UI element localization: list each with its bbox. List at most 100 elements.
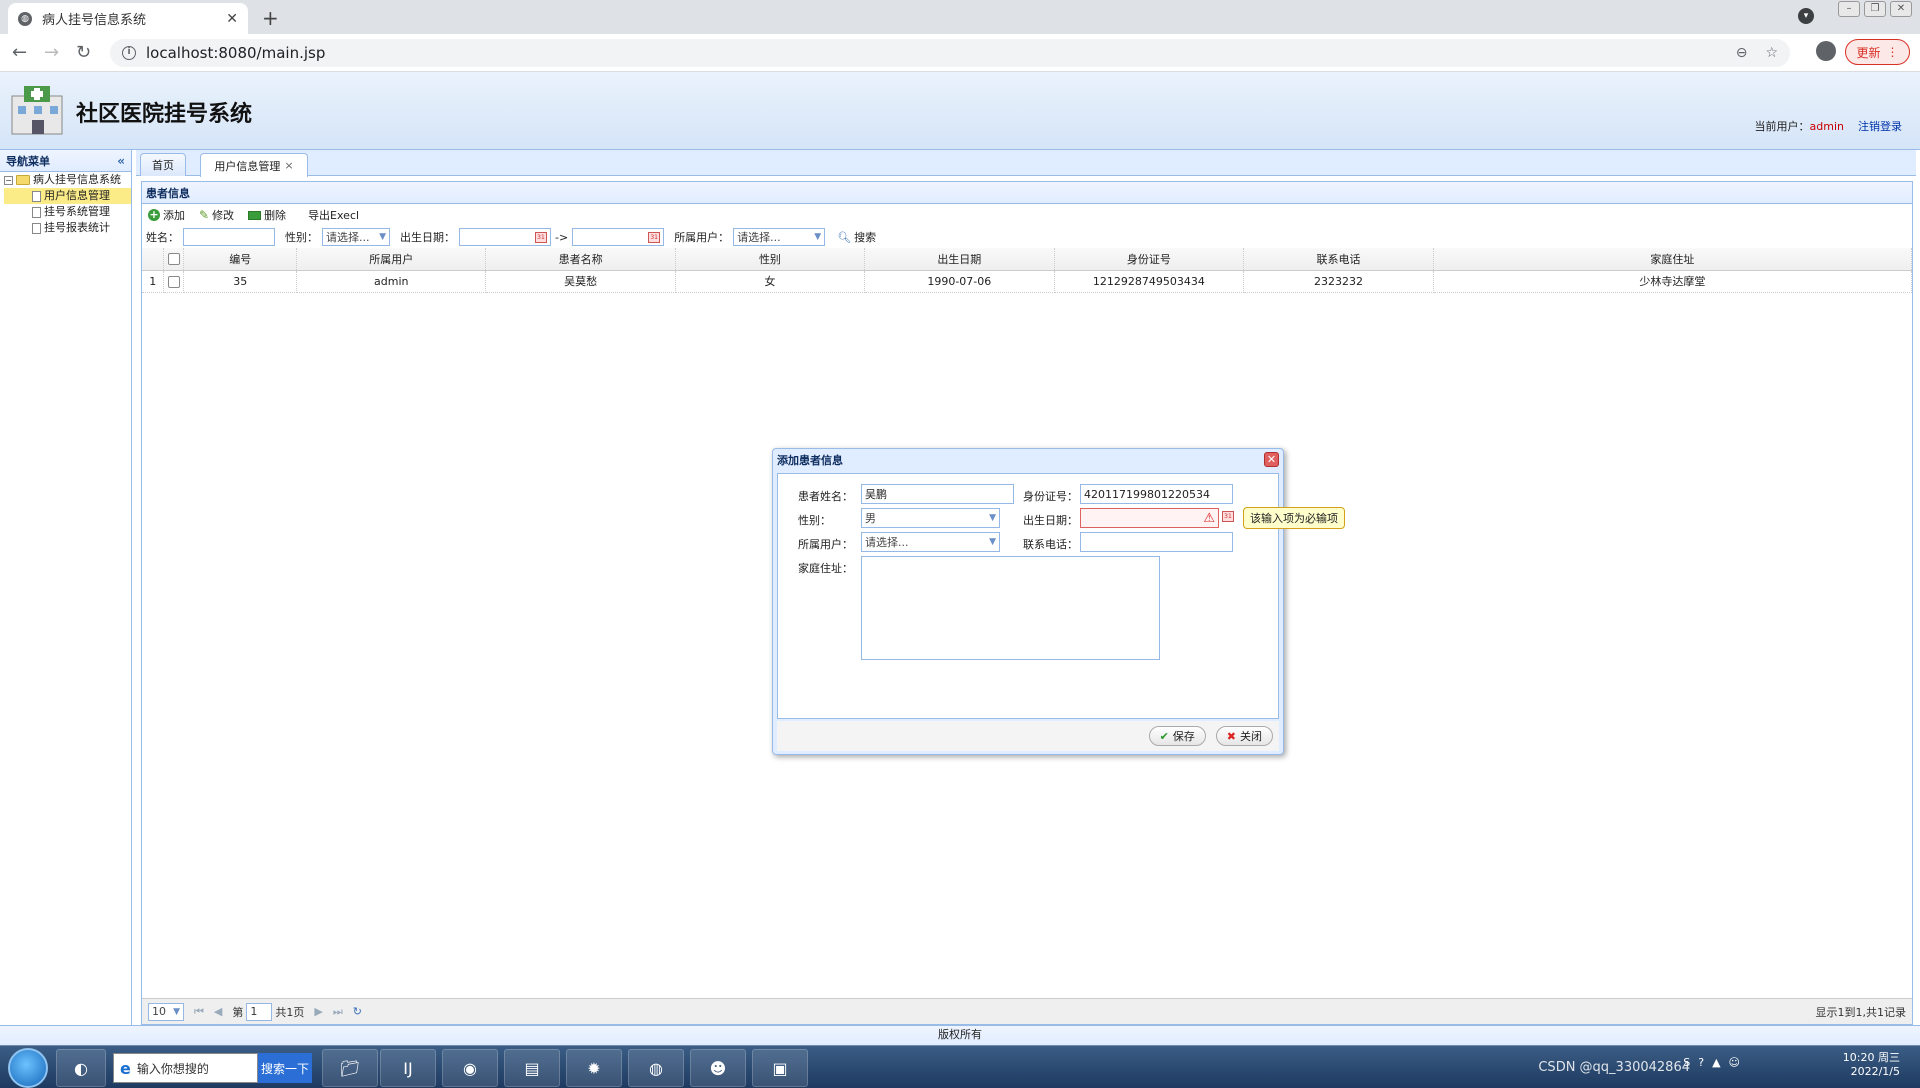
name-filter-input[interactable]: [183, 228, 275, 246]
chrome-icon[interactable]: ◉: [442, 1049, 498, 1087]
zoom-icon[interactable]: ⊖: [1736, 45, 1748, 61]
info-icon[interactable]: i: [122, 46, 136, 60]
profile-avatar[interactable]: [1816, 41, 1836, 61]
search-button[interactable]: 🔍︎ 搜索: [837, 229, 876, 245]
gender-filter-select[interactable]: 请选择... ▼: [322, 228, 390, 246]
table-row[interactable]: 1 35 admin 吴莫愁 女 1990-07-06 121292874950…: [142, 270, 1913, 293]
chevron-down-icon: ▼: [989, 513, 996, 523]
col-header[interactable]: 患者名称: [485, 248, 676, 271]
reload-icon[interactable]: ↻: [76, 42, 91, 63]
select-all-checkbox[interactable]: [167, 253, 180, 266]
prev-page-icon[interactable]: ◀: [214, 1005, 222, 1018]
bookmark-star-icon[interactable]: ☆: [1765, 45, 1778, 61]
intellij-icon[interactable]: IJ: [380, 1049, 436, 1087]
address-bar[interactable]: i localhost:8080/main.jsp ⊖ ☆: [110, 39, 1790, 67]
nav-item-user-info[interactable]: 用户信息管理: [4, 188, 131, 204]
calendar-icon[interactable]: 31: [535, 231, 547, 243]
url-text: localhost:8080/main.jsp: [146, 44, 326, 62]
qq-icon[interactable]: ☺: [1729, 1056, 1740, 1069]
tab-home[interactable]: 首页: [140, 153, 186, 176]
idcard-input[interactable]: 420117199801220534: [1080, 484, 1233, 504]
tray-expand-icon[interactable]: ▲: [1712, 1056, 1720, 1069]
col-header[interactable]: 编号: [183, 248, 298, 271]
dialog-title: 添加患者信息: [777, 454, 843, 467]
col-header[interactable]: 出生日期: [864, 248, 1055, 271]
help-icon[interactable]: ?: [1698, 1056, 1704, 1069]
nav-item-reports[interactable]: 挂号报表统计: [4, 220, 131, 236]
firefox-icon[interactable]: ◍: [628, 1049, 684, 1087]
update-button[interactable]: 更新 ⋮: [1845, 39, 1910, 65]
page-size-select[interactable]: 10 ▼: [148, 1002, 184, 1021]
collapse-icon[interactable]: «: [117, 154, 125, 168]
birth-from-input[interactable]: 31: [459, 228, 551, 246]
menu-dots-icon: ⋮: [1886, 45, 1899, 59]
address-textarea[interactable]: [861, 556, 1160, 660]
nav-item-label: 用户信息管理: [44, 189, 110, 202]
collapse-node-icon[interactable]: −: [4, 175, 13, 185]
edit-button[interactable]: ✎ 修改: [199, 207, 234, 223]
save-button[interactable]: ✔ 保存: [1148, 726, 1206, 746]
file-icon: [32, 206, 41, 218]
restore-button[interactable]: ❐: [1864, 1, 1886, 17]
first-page-icon[interactable]: ⏮: [194, 1005, 204, 1019]
folder-icon[interactable]: 📁︎: [322, 1049, 378, 1087]
file-icon: [32, 190, 41, 202]
add-button[interactable]: + 添加: [148, 207, 185, 223]
dialog-close-icon[interactable]: ✕: [1264, 452, 1279, 467]
col-header[interactable]: 家庭住址: [1433, 248, 1913, 271]
export-button[interactable]: 导出Execl: [308, 207, 359, 223]
delete-button[interactable]: 删除: [248, 207, 286, 223]
settings-app-icon[interactable]: ✹: [566, 1049, 622, 1087]
explorer-icon[interactable]: ▤: [504, 1049, 560, 1087]
taskbar-search-input[interactable]: e 输入你想搜的: [113, 1053, 258, 1083]
calendar-icon[interactable]: 31: [1222, 511, 1234, 522]
user-filter-select[interactable]: 请选择... ▼: [733, 228, 826, 246]
clock[interactable]: 10:20 周三 2022/1/5: [1843, 1051, 1900, 1079]
next-page-icon[interactable]: ▶: [314, 1005, 322, 1018]
col-header[interactable]: 身份证号: [1054, 248, 1245, 271]
close-tab-icon[interactable]: ✕: [226, 11, 238, 27]
col-header[interactable]: 所属用户: [296, 248, 487, 271]
system-tray: S ? ▲ ☺: [1683, 1056, 1740, 1069]
forward-arrow-icon[interactable]: →: [44, 42, 59, 63]
row-checkbox[interactable]: [167, 275, 180, 288]
back-arrow-icon[interactable]: ←: [12, 42, 27, 63]
refresh-icon[interactable]: ↻: [353, 1005, 362, 1018]
cross-icon: ✖: [1226, 729, 1236, 743]
character-app-icon[interactable]: ☻: [690, 1049, 746, 1087]
last-page-icon[interactable]: ⏭: [333, 1005, 343, 1019]
page-number-input[interactable]: 1: [246, 1002, 273, 1021]
browser-tab[interactable]: ◍ 病人挂号信息系统 ✕: [8, 3, 248, 34]
tree-root[interactable]: − 病人挂号信息系统: [4, 172, 131, 188]
tab-search-icon[interactable]: ▾: [1798, 8, 1814, 24]
window-close-button[interactable]: ✕: [1890, 1, 1912, 17]
col-header[interactable]: 性别: [675, 248, 866, 271]
col-header[interactable]: 联系电话: [1243, 248, 1434, 271]
range-separator: ->: [555, 230, 569, 244]
patient-table: 编号 所属用户 患者名称 性别 出生日期 身份证号 联系电话 家庭住址 1 35…: [142, 248, 1913, 293]
calendar-icon[interactable]: 31: [648, 231, 661, 243]
name-filter-label: 姓名：: [146, 231, 179, 244]
new-tab-button[interactable]: +: [262, 6, 279, 30]
chevron-down-icon: ▼: [379, 232, 386, 242]
pencil-icon: ✎: [199, 208, 210, 222]
patient-name-input[interactable]: 吴鹏: [861, 484, 1014, 504]
close-tab-icon[interactable]: ×: [284, 159, 293, 172]
save-label: 保存: [1172, 730, 1195, 743]
logout-link[interactable]: 注销登录: [1858, 118, 1902, 134]
birth-date-input[interactable]: ⚠: [1080, 508, 1219, 528]
nav-item-registration[interactable]: 挂号系统管理: [4, 204, 131, 220]
user-filter-label: 所属用户：: [674, 231, 730, 244]
close-button[interactable]: ✖ 关闭: [1215, 726, 1273, 746]
minimize-button[interactable]: –: [1838, 1, 1860, 17]
phone-input[interactable]: [1080, 532, 1233, 552]
user-select[interactable]: 请选择... ▼: [861, 532, 1000, 552]
start-button[interactable]: [8, 1048, 48, 1088]
network-app-icon[interactable]: ▣: [752, 1049, 808, 1087]
taskbar-search-button[interactable]: 搜索一下: [258, 1053, 312, 1083]
birth-to-input[interactable]: 31: [572, 228, 665, 246]
360-browser-icon[interactable]: ◐: [56, 1049, 106, 1087]
window-controls: – ❐ ✕: [1838, 1, 1912, 17]
tab-user-info[interactable]: 用户信息管理 ×: [200, 153, 308, 177]
gender-select[interactable]: 男 ▼: [861, 508, 1000, 528]
